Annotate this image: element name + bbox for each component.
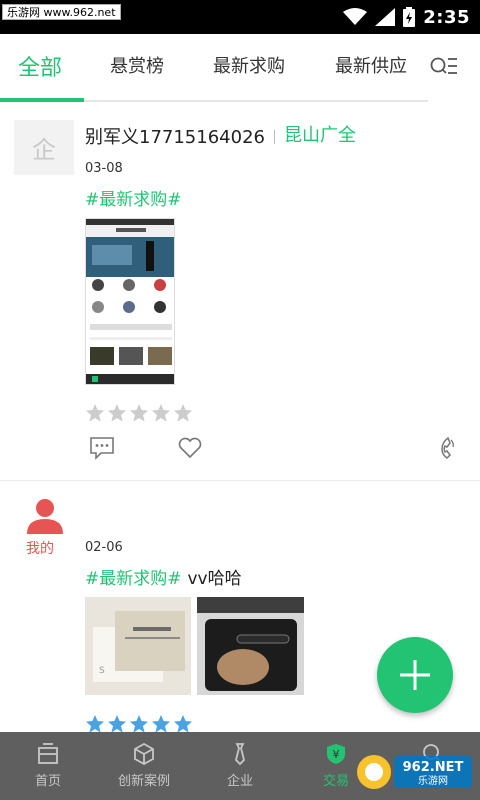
watermark-label: 乐游网 www.962.net [2,4,121,20]
post-tag-label: #最新求购# [85,569,182,589]
nav-trade-label: 交易 [322,774,349,789]
heart-icon[interactable] [177,435,203,461]
search-filter-icon[interactable] [430,56,458,78]
tab-bounty[interactable]: 悬赏榜 [110,52,164,78]
post-date: 03-08 [85,161,123,176]
plus-icon [400,660,430,690]
star-icon [174,404,192,422]
comment-icon[interactable] [89,435,115,461]
post-tag[interactable]: #最新求购# [85,185,182,210]
star-icon [152,715,170,733]
star-icon [86,715,104,733]
signal-icon [375,8,396,26]
status-icons: 2:35 [343,0,470,34]
wifi-icon [343,8,368,25]
svg-text:¥: ¥ [333,748,340,761]
nav-home-label: 首页 [34,774,61,789]
category-tabs: 全部 悬赏榜 最新求购 最新供应 [0,34,480,102]
svg-text:乐游网: 乐游网 [418,774,448,787]
tab-latest-supply[interactable]: 最新供应 [335,52,407,78]
nav-enterprise-label: 企业 [226,774,253,789]
home-icon [38,743,58,764]
svg-text:962.NET: 962.NET [403,760,464,775]
site-watermark-logo: 962.NET 乐游网 [357,755,472,789]
poster-location[interactable]: 昆山广全 [284,121,356,147]
post-date: 02-06 [85,540,123,555]
nav-cases[interactable]: 创新案例 [96,732,192,800]
nav-enterprise[interactable]: 企业 [192,732,288,800]
star-icon [130,715,148,733]
tabs-divider [84,100,428,102]
svg-text:S: S [99,666,105,676]
star-icon [174,715,192,733]
post-tag[interactable]: #最新求购# vv哈哈 [85,564,242,589]
company-avatar[interactable]: 企 [14,120,74,175]
battery-icon [403,7,416,27]
post-image[interactable] [197,597,304,695]
trade-shield-icon: ¥ [327,744,345,764]
post-text: vv哈哈 [187,569,242,589]
post-card[interactable]: 企 别军义17715164026 昆山广全 03-08 #最新求购# [0,103,480,481]
tab-all[interactable]: 全部 [18,50,62,82]
star-icon [152,404,170,422]
tab-latest-purchase[interactable]: 最新求购 [213,52,285,78]
post-image[interactable]: S [85,597,191,695]
tie-icon [235,743,245,766]
phone-icon[interactable] [432,435,458,461]
poster-name[interactable]: 别军义17715164026 [85,123,265,149]
rating-stars [85,403,193,423]
box-icon [134,742,154,766]
status-time: 2:35 [423,6,470,28]
user-avatar-icon[interactable] [26,498,64,534]
star-icon [86,404,104,422]
my-label[interactable]: 我的 [26,538,54,558]
star-icon [130,404,148,422]
nav-home[interactable]: 首页 [0,732,96,800]
star-icon [108,404,126,422]
rating-stars [85,714,193,734]
post-image[interactable] [85,218,175,385]
nav-cases-label: 创新案例 [117,774,170,789]
star-icon [108,715,126,733]
name-separator [274,130,275,144]
add-post-button[interactable] [377,637,453,713]
status-bar: 乐游网 www.962.net 2:35 [0,0,480,34]
active-tab-indicator [0,98,84,102]
